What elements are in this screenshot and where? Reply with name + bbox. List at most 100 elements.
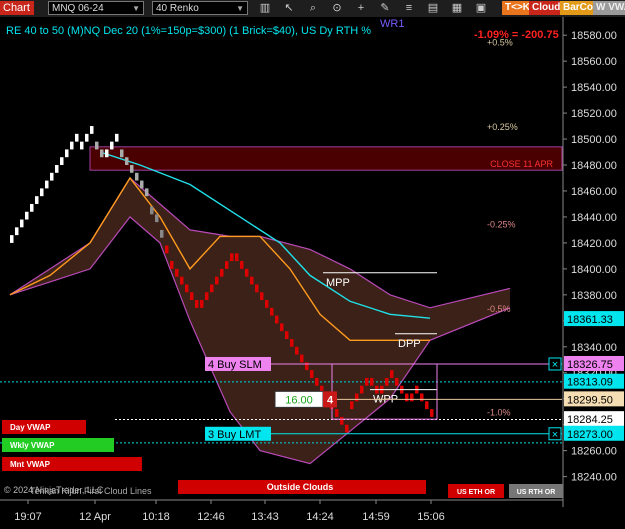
- renko-brick: [370, 377, 374, 386]
- pct-level-label: +0.25%: [487, 122, 518, 132]
- time-tick-label: 12 Apr: [79, 511, 111, 523]
- price-tick-label: 18420.00: [571, 238, 617, 250]
- pct-level-label: +0.5%: [487, 38, 513, 48]
- renko-brick: [145, 188, 149, 197]
- renko-brick: [395, 377, 399, 386]
- renko-brick: [200, 300, 204, 308]
- first-lines-text: Tenkan Kijun First Cloud Lines: [30, 486, 152, 496]
- renko-brick: [205, 292, 209, 301]
- price-tag-label: 18273.00: [567, 429, 613, 441]
- cloud-button[interactable]: Cloud: [529, 1, 564, 15]
- renko-brick: [220, 268, 224, 277]
- price-tick-label: 18380.00: [571, 290, 617, 302]
- order-tag-limit: 3 Buy LMT: [208, 429, 261, 441]
- renko-brick: [290, 338, 294, 347]
- renko-brick: [350, 401, 354, 410]
- renko-brick: [140, 180, 144, 189]
- price-tick-label: 18520.00: [571, 108, 617, 120]
- template-icon[interactable]: ▣: [474, 1, 488, 15]
- renko-brick: [120, 149, 124, 158]
- vwa-button[interactable]: W VWA: [593, 1, 625, 15]
- renko-brick: [315, 377, 319, 386]
- bars-icon[interactable]: ▥: [258, 1, 272, 15]
- renko-brick: [50, 172, 54, 181]
- close-zone: CLOSE 11 APR: [89, 146, 563, 171]
- time-tick-label: 14:24: [306, 511, 334, 523]
- price-tag-label: 18361.33: [567, 314, 613, 326]
- price-tick-label: 18400.00: [571, 264, 617, 276]
- renko-brick: [355, 393, 359, 402]
- chart-description: RE 40 to 50 (M)NQ Dec 20 (1%=150p=$300) …: [6, 25, 371, 37]
- renko-brick: [255, 284, 259, 293]
- close-icon-glyph: ×: [552, 359, 558, 371]
- vwap-label-group: Wkly VWAP: [2, 438, 114, 452]
- properties-icon[interactable]: ≡: [402, 1, 416, 15]
- renko-brick: [280, 323, 284, 332]
- renko-brick: [410, 393, 414, 402]
- price-chart[interactable]: CLOSE 11 APR MPPDPPWPP 4 Buy SLM ×3 Buy L…: [0, 17, 625, 529]
- price-tick-label: 18260.00: [571, 446, 617, 458]
- renko-brick: [235, 253, 239, 262]
- indicator-icon[interactable]: ▦: [450, 1, 464, 15]
- time-tick-label: 13:43: [251, 511, 279, 523]
- time-tick-label: 14:59: [362, 511, 390, 523]
- price-tick-label: 18580.00: [571, 30, 617, 42]
- renko-brick: [10, 235, 14, 243]
- renko-brick: [160, 229, 164, 238]
- vwap-label-group: Day VWAP: [2, 420, 86, 434]
- renko-brick: [75, 133, 79, 142]
- renko-brick: [130, 165, 134, 173]
- strategy-icon[interactable]: ▤: [426, 1, 440, 15]
- price-tick-label: 18560.00: [571, 56, 617, 68]
- renko-brick: [190, 292, 194, 301]
- renko-brick: [55, 165, 59, 173]
- renko-brick: [215, 276, 219, 285]
- renko-brick: [15, 227, 19, 236]
- renko-brick: [100, 149, 104, 158]
- order-tag-stop: 4 Buy SLM: [208, 359, 262, 371]
- renko-brick: [155, 214, 159, 223]
- time-tick-label: 15:06: [417, 511, 445, 523]
- vwap-label-group: Mnt VWAP: [2, 457, 142, 471]
- cursor-icon[interactable]: ↖: [282, 1, 296, 15]
- renko-brick: [270, 307, 274, 316]
- level-label-dpp: DPP: [398, 338, 421, 350]
- renko-brick: [185, 284, 189, 293]
- renko-brick: [170, 261, 174, 269]
- renko-brick: [195, 300, 199, 308]
- chart-tab[interactable]: Chart: [0, 1, 34, 15]
- close-zone-label: CLOSE 11 APR: [490, 159, 553, 169]
- renko-brick: [345, 424, 349, 433]
- crosshair-icon[interactable]: ⊙: [330, 1, 344, 15]
- price-tick-label: 18500.00: [571, 134, 617, 146]
- price-tag-label: 18299.50: [567, 394, 613, 406]
- bar-type-selector[interactable]: 40 Renko ▼: [152, 1, 248, 15]
- price-tick-label: 18240.00: [571, 472, 617, 484]
- renko-brick: [405, 393, 409, 402]
- renko-brick: [300, 354, 304, 363]
- renko-brick: [365, 377, 369, 386]
- time-tick-label: 10:18: [142, 511, 170, 523]
- close-icon-glyph: ×: [552, 429, 558, 441]
- wr-label: WR1: [380, 18, 404, 30]
- outside-clouds-label: Outside Clouds: [267, 482, 334, 492]
- zoom-in-icon[interactable]: ⌕: [306, 1, 320, 15]
- renko-brick: [90, 126, 94, 134]
- draw-icon[interactable]: +: [354, 1, 368, 15]
- renko-brick: [25, 211, 29, 220]
- renko-brick: [340, 416, 344, 425]
- renko-brick: [250, 276, 254, 285]
- renko-brick: [430, 409, 434, 417]
- pct-level-label: -1.0%: [487, 408, 511, 418]
- level-label-mpp: MPP: [326, 277, 350, 289]
- price-tag-label: 18326.75: [567, 359, 613, 371]
- renko-brick: [65, 149, 69, 158]
- renko-brick: [360, 385, 364, 394]
- pct-level-label: -0.5%: [487, 304, 511, 314]
- instrument-selector[interactable]: MNQ 06-24 ▼: [48, 1, 144, 15]
- renko-brick: [115, 133, 119, 142]
- bar-type-value: 40 Renko: [156, 3, 199, 14]
- renko-brick: [110, 141, 114, 150]
- price-axis[interactable]: 18580.00 18560.00 18540.00 18520.00 18500.00…: [562, 17, 625, 529]
- chart-type-icon[interactable]: ✎: [378, 1, 392, 15]
